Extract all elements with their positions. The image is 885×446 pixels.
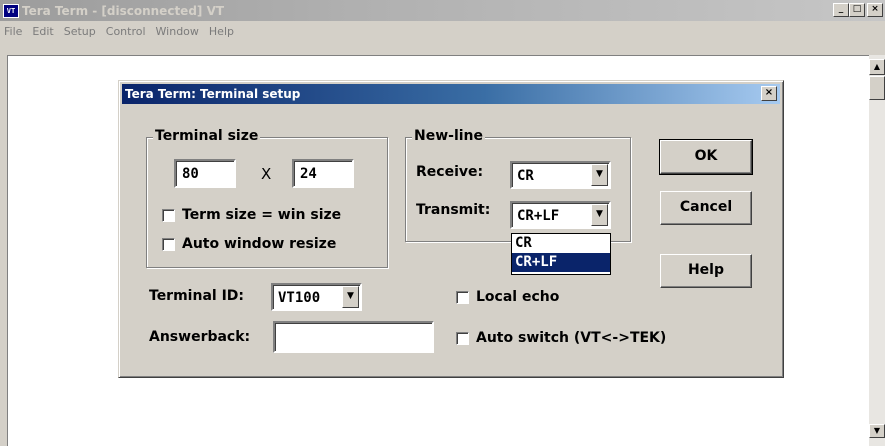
transmit-dropdown-arrow-icon[interactable]: ▼ — [591, 204, 608, 226]
minimize-button[interactable]: _ — [833, 3, 849, 17]
newline-legend: New-line — [412, 128, 486, 144]
terminal-id-dropdown-arrow-icon[interactable]: ▼ — [342, 286, 359, 308]
auto-window-resize-label: Auto window resize — [182, 236, 337, 252]
dialog-close-button[interactable]: × — [761, 86, 777, 101]
terminal-size-legend: Terminal size — [153, 128, 261, 144]
dialog-title: Tera Term: Terminal setup — [125, 87, 301, 101]
transmit-select[interactable]: CR+LF ▼ — [510, 201, 611, 229]
receive-label: Receive: — [416, 164, 484, 180]
auto-switch-label: Auto switch (VT<->TEK) — [476, 330, 667, 346]
menu-file[interactable]: File — [4, 25, 22, 38]
transmit-value: CR+LF — [517, 208, 560, 224]
terminal-rows-input[interactable]: 24 — [292, 159, 354, 188]
help-button[interactable]: Help — [660, 254, 752, 288]
local-echo-checkbox[interactable]: Local echo — [456, 289, 559, 305]
menu-setup[interactable]: Setup — [64, 25, 96, 38]
term-size-win-size-checkbox[interactable]: Term size = win size — [162, 207, 341, 223]
size-separator: X — [261, 165, 272, 183]
menu-control[interactable]: Control — [106, 25, 146, 38]
ok-button[interactable]: OK — [659, 139, 753, 175]
transmit-option-cr[interactable]: CR — [512, 234, 610, 253]
receive-select[interactable]: CR ▼ — [510, 161, 611, 189]
transmit-dropdown-list[interactable]: CR CR+LF — [511, 233, 611, 275]
terminal-cols-input[interactable]: 80 — [174, 159, 236, 188]
terminal-id-select[interactable]: VT100 ▼ — [271, 283, 362, 311]
auto-switch-box[interactable] — [456, 331, 469, 345]
transmit-option-crlf[interactable]: CR+LF — [512, 253, 610, 272]
term-size-win-size-box[interactable] — [162, 208, 175, 222]
cancel-button[interactable]: Cancel — [660, 191, 752, 225]
scroll-up-button[interactable]: ▲ — [869, 59, 885, 75]
receive-value: CR — [517, 168, 534, 184]
local-echo-label: Local echo — [476, 289, 560, 305]
terminal-setup-dialog: Tera Term: Terminal setup × Terminal siz… — [118, 80, 784, 378]
menu-help[interactable]: Help — [209, 25, 234, 38]
menu-window[interactable]: Window — [156, 25, 199, 38]
answerback-input[interactable] — [273, 321, 434, 353]
transmit-label: Transmit: — [416, 202, 491, 218]
tera-term-app-icon[interactable]: VT — [3, 3, 19, 18]
answerback-label: Answerback: — [149, 329, 251, 345]
local-echo-box[interactable] — [456, 290, 469, 304]
term-size-win-size-label: Term size = win size — [182, 207, 342, 223]
window-title: Tera Term - [disconnected] VT — [22, 3, 225, 18]
scroll-down-button[interactable]: ▼ — [869, 424, 885, 438]
menu-edit[interactable]: Edit — [32, 25, 53, 38]
vertical-scrollbar[interactable]: ▲ ▼ — [869, 55, 885, 446]
receive-dropdown-arrow-icon[interactable]: ▼ — [591, 164, 608, 186]
window-titlebar[interactable]: VT Tera Term - [disconnected] VT _ □ × — [0, 0, 885, 21]
auto-window-resize-checkbox[interactable]: Auto window resize — [162, 236, 336, 252]
close-button[interactable]: × — [867, 3, 883, 17]
dialog-titlebar[interactable]: Tera Term: Terminal setup × — [122, 84, 780, 104]
auto-window-resize-box[interactable] — [162, 237, 175, 251]
terminal-id-value: VT100 — [278, 290, 321, 306]
auto-switch-checkbox[interactable]: Auto switch (VT<->TEK) — [456, 330, 666, 346]
menu-bar: File Edit Setup Control Window Help — [0, 21, 885, 42]
scroll-thumb[interactable] — [869, 76, 885, 100]
maximize-button[interactable]: □ — [849, 3, 865, 17]
terminal-id-label: Terminal ID: — [149, 288, 244, 304]
